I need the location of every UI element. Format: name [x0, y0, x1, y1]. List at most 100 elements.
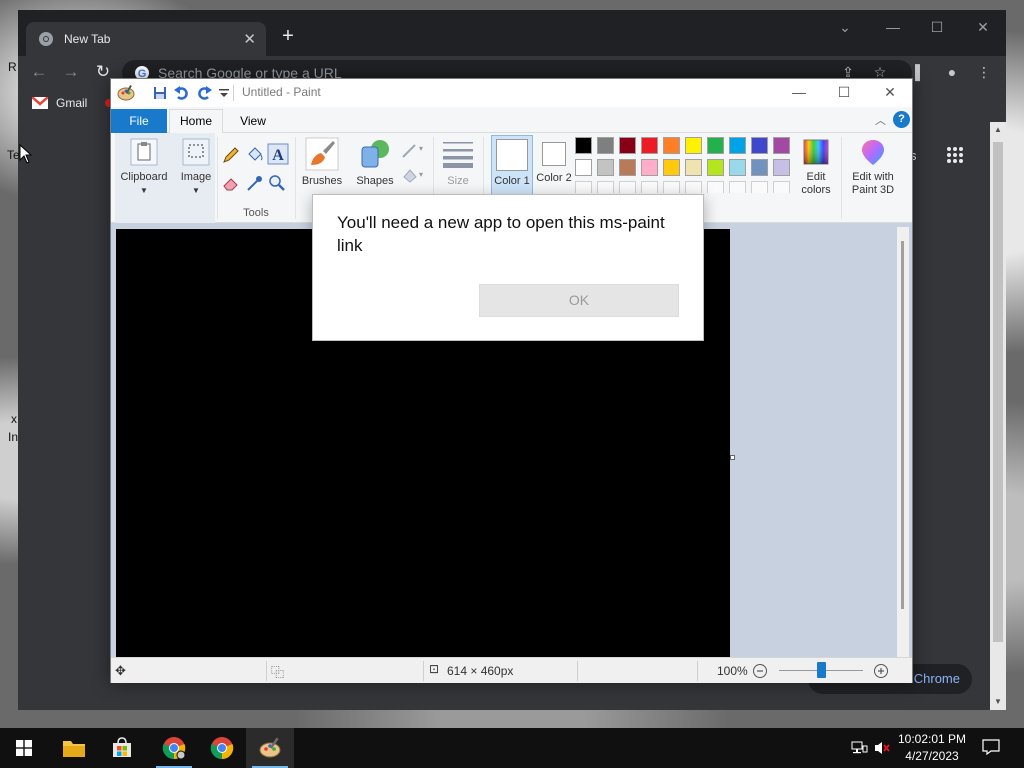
close-icon[interactable]: ✕ [875, 81, 905, 103]
tab-view[interactable]: View [233, 109, 273, 133]
palette-swatch[interactable] [663, 159, 680, 176]
palette-swatch[interactable] [685, 137, 702, 154]
close-icon[interactable]: ✕ [968, 16, 998, 38]
notifications-icon[interactable] [982, 739, 1000, 755]
ribbon-tabs: File Home View ︿ ? [111, 107, 912, 134]
palette-swatch[interactable] [773, 159, 790, 176]
palette-custom-swatch[interactable] [663, 181, 680, 193]
palette-swatch[interactable] [729, 137, 746, 154]
color2-button[interactable]: Color 2 [535, 135, 573, 195]
clock[interactable]: 10:02:01 PM 4/27/2023 [892, 731, 972, 765]
scroll-up-icon[interactable]: ▲ [990, 122, 1006, 138]
palette-custom-swatch[interactable] [751, 181, 768, 193]
canvas-resize-handle[interactable] [730, 455, 735, 460]
palette-custom-swatch[interactable] [707, 181, 724, 193]
back-icon[interactable]: ← [28, 61, 50, 83]
taskbar-store[interactable] [98, 728, 146, 768]
zoom-slider-thumb[interactable] [817, 662, 826, 678]
apps-grid-icon[interactable] [946, 146, 964, 164]
window-title: Untitled - Paint [242, 85, 321, 99]
palette-custom-swatch[interactable] [597, 181, 614, 193]
tab-close-icon[interactable]: ✕ [243, 30, 256, 48]
palette-custom-swatch[interactable] [641, 181, 658, 193]
palette-swatch[interactable] [619, 137, 636, 154]
palette-custom-swatch[interactable] [685, 181, 702, 193]
profile-icon[interactable]: ● [942, 62, 962, 82]
brushes-button[interactable]: Brushes [299, 137, 345, 188]
fill-bucket-icon[interactable] [245, 145, 265, 165]
workspace-scrollbar[interactable] [897, 227, 909, 657]
page-scrollbar[interactable]: ▲ ▼ [990, 122, 1006, 710]
clipboard-button[interactable]: Clipboard ▼ [117, 137, 171, 197]
edit-colors-button[interactable]: Edit colors [795, 137, 837, 197]
taskbar-paint[interactable] [246, 728, 294, 768]
zoom-in-icon[interactable] [873, 663, 889, 679]
palette-swatch[interactable] [773, 137, 790, 154]
paint-app-icon[interactable] [117, 84, 135, 102]
save-icon[interactable] [151, 84, 169, 102]
palette-swatch[interactable] [751, 159, 768, 176]
scroll-thumb[interactable] [901, 241, 904, 609]
volume-muted-icon[interactable] [873, 740, 891, 756]
help-icon[interactable]: ? [893, 111, 910, 128]
image-button[interactable]: Image ▼ [177, 137, 215, 197]
palette-swatch[interactable] [707, 159, 724, 176]
fill-icon[interactable]: ▾ [401, 165, 425, 185]
minimize-icon[interactable]: — [878, 16, 908, 38]
collapse-ribbon-icon[interactable]: ︿ [875, 112, 886, 128]
ok-button[interactable]: OK [479, 284, 679, 317]
color2-label: Color 2 [536, 172, 572, 184]
palette-swatch[interactable] [751, 137, 768, 154]
palette-swatch[interactable] [641, 159, 658, 176]
palette-swatch[interactable] [663, 137, 680, 154]
forward-icon[interactable]: → [60, 61, 82, 83]
palette-swatch[interactable] [729, 159, 746, 176]
outline-icon[interactable]: ▾ [401, 141, 425, 161]
size-button[interactable]: Size [437, 137, 479, 188]
taskbar-chrome[interactable] [198, 728, 246, 768]
text-icon[interactable]: A [267, 143, 289, 165]
palette-swatch[interactable] [575, 159, 592, 176]
tab-search-icon[interactable]: ⌄ [830, 16, 860, 38]
palette-custom-swatch[interactable] [575, 181, 592, 193]
color1-button[interactable]: Color 1 [491, 135, 533, 195]
menu-icon[interactable]: ⋮ [974, 62, 994, 82]
redo-icon[interactable] [195, 84, 213, 102]
shapes-button[interactable]: Shapes [351, 137, 399, 188]
palette-swatch[interactable] [597, 137, 614, 154]
magnifier-icon[interactable] [267, 173, 287, 193]
undo-icon[interactable] [173, 84, 191, 102]
paint-window: Untitled - Paint — ☐ ✕ File Home View ︿ … [110, 78, 913, 683]
palette-swatch[interactable] [619, 159, 636, 176]
eraser-icon[interactable] [221, 173, 241, 193]
maximize-icon[interactable]: ☐ [829, 81, 859, 103]
tab-file[interactable]: File [111, 109, 167, 133]
palette-swatch[interactable] [575, 137, 592, 154]
pencil-icon[interactable] [221, 145, 241, 165]
tab-home[interactable]: Home [169, 109, 223, 134]
taskbar-chrome-profile[interactable] [150, 728, 198, 768]
palette-swatch[interactable] [707, 137, 724, 154]
start-button[interactable] [0, 728, 48, 768]
palette-swatch[interactable] [685, 159, 702, 176]
chrome-icon [39, 32, 53, 46]
customize-quick-access-icon[interactable] [215, 84, 233, 102]
taskbar-file-explorer[interactable] [50, 728, 98, 768]
bookmark-gmail[interactable]: Gmail [56, 96, 87, 110]
palette-swatch[interactable] [597, 159, 614, 176]
edit-paint3d-button[interactable]: Edit with Paint 3D [845, 137, 901, 197]
maximize-icon[interactable]: ☐ [922, 16, 952, 38]
tab-new-tab[interactable]: New Tab ✕ [26, 22, 266, 56]
palette-custom-swatch[interactable] [619, 181, 636, 193]
side-panel-icon[interactable]: ▌ [910, 62, 930, 82]
scroll-thumb[interactable] [993, 142, 1003, 642]
scroll-down-icon[interactable]: ▼ [990, 694, 1006, 710]
palette-custom-swatch[interactable] [773, 181, 790, 193]
palette-custom-swatch[interactable] [729, 181, 746, 193]
zoom-out-icon[interactable] [752, 663, 768, 679]
minimize-icon[interactable]: — [784, 81, 814, 103]
color-picker-icon[interactable] [245, 173, 265, 193]
new-tab-button[interactable]: + [276, 24, 300, 48]
palette-swatch[interactable] [641, 137, 658, 154]
network-icon[interactable] [850, 740, 868, 756]
